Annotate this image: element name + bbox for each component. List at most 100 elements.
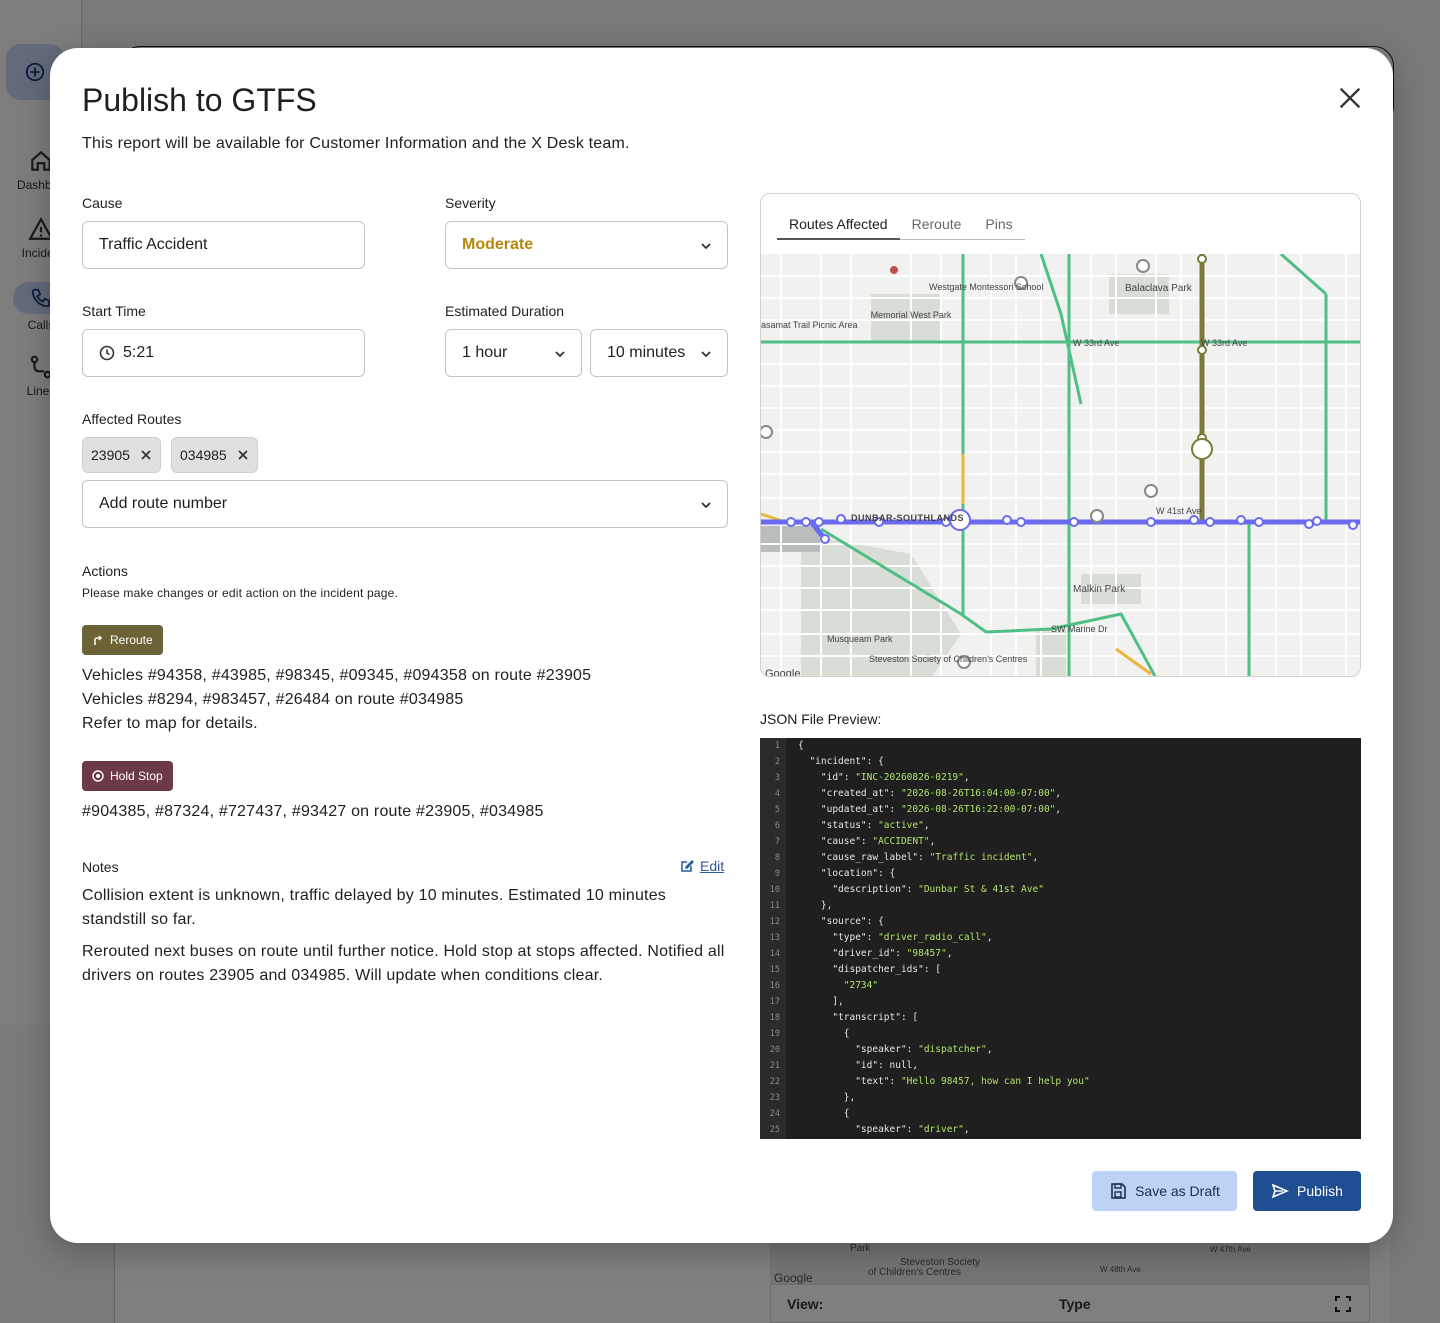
line-number: 6 <box>774 821 780 831</box>
code-text: "cause_raw_label": "Traffic incident", <box>798 852 1039 863</box>
chevron-down-icon <box>701 502 711 509</box>
code-text: }, <box>798 1092 856 1103</box>
duration-hours-select[interactable]: 1 hour <box>445 329 582 377</box>
code-line: 2 "incident": { <box>760 754 1361 770</box>
map-label: Westgate Montessori School <box>929 282 1043 292</box>
code-text: "driver_id": "98457", <box>798 948 953 959</box>
tab-reroute[interactable]: Reroute <box>899 208 974 240</box>
map-label: Malkin Park <box>1073 584 1126 595</box>
hold-stop-button[interactable]: Hold Stop <box>82 761 173 791</box>
code-text: "cause": "ACCIDENT", <box>798 836 936 847</box>
code-line: 10 "description": "Dunbar St & 41st Ave" <box>760 882 1361 898</box>
tab-routes-affected[interactable]: Routes Affected <box>777 208 900 240</box>
code-line: 13 "type": "driver_radio_call", <box>760 930 1361 946</box>
add-route-select[interactable]: Add route number <box>82 480 728 528</box>
cause-value: Traffic Accident <box>99 236 208 253</box>
start-time-field[interactable]: 5:21 <box>82 329 365 377</box>
duration-hours-value: 1 hour <box>462 344 508 361</box>
map-label: asamat Trail Picnic Area <box>761 320 858 330</box>
map-label: Musqueam Park <box>827 634 893 644</box>
target-icon <box>92 770 104 782</box>
route-chip-label: 23905 <box>91 447 130 463</box>
cause-label: Cause <box>82 195 123 211</box>
reroute-line: Refer to map for details. <box>82 715 258 732</box>
code-text: "text": "Hello 98457, how can I help you… <box>798 1076 1090 1087</box>
code-line: 21 "id": null, <box>760 1058 1361 1074</box>
code-text: "type": "driver_radio_call", <box>798 932 993 943</box>
modal-title: Publish to GTFS <box>82 82 317 118</box>
clock-icon <box>99 345 115 361</box>
reroute-line: Vehicles #94358, #43985, #98345, #09345,… <box>82 667 592 684</box>
code-line: 7 "cause": "ACCIDENT", <box>760 834 1361 850</box>
code-text: }, <box>798 900 833 911</box>
edit-notes-link[interactable]: Edit <box>680 858 724 874</box>
line-number: 3 <box>774 773 780 783</box>
code-line: 23 }, <box>760 1090 1361 1106</box>
code-line: 14 "driver_id": "98457", <box>760 946 1361 962</box>
line-number: 19 <box>769 1029 780 1039</box>
map-label: W 33rd Ave <box>1201 338 1247 348</box>
line-number: 14 <box>769 949 780 959</box>
line-number: 12 <box>769 917 780 927</box>
modal-subtitle: This report will be available for Custom… <box>82 135 630 152</box>
hold-stop-button-label: Hold Stop <box>110 769 163 783</box>
tab-pins[interactable]: Pins <box>973 208 1025 240</box>
code-text: "speaker": "dispatcher", <box>798 1044 993 1055</box>
actions-label: Actions <box>82 563 128 579</box>
publish-button[interactable]: Publish <box>1253 1171 1361 1211</box>
code-line: 16 "2734" <box>760 978 1361 994</box>
code-line: 9 "location": { <box>760 866 1361 882</box>
start-time-label: Start Time <box>82 303 146 319</box>
code-text: "dispatcher_ids": [ <box>798 964 941 975</box>
chevron-down-icon <box>555 351 565 358</box>
reroute-button[interactable]: Reroute <box>82 625 163 655</box>
code-line: 25 "speaker": "driver", <box>760 1122 1361 1138</box>
line-number: 21 <box>769 1061 780 1071</box>
duration-label: Estimated Duration <box>445 303 565 319</box>
severity-select[interactable]: Moderate <box>445 221 728 269</box>
line-number: 18 <box>769 1013 780 1023</box>
code-text: "incident": { <box>798 756 884 767</box>
save-icon <box>1111 1183 1126 1199</box>
map-label: Memorial West Park <box>871 310 952 320</box>
line-number: 8 <box>774 853 780 863</box>
close-icon[interactable] <box>140 449 152 461</box>
json-preview-label: JSON File Preview: <box>760 711 882 727</box>
code-line: 4 "created_at": "2026-08-26T16:04:00-07:… <box>760 786 1361 802</box>
route-chip: 034985 <box>171 437 258 473</box>
reroute-button-label: Reroute <box>110 633 153 647</box>
code-text: "speaker": "driver", <box>798 1124 970 1135</box>
duration-minutes-select[interactable]: 10 minutes <box>590 329 728 377</box>
json-preview[interactable]: 1{2 "incident": {3 "id": "INC-20260826-0… <box>760 738 1361 1139</box>
code-line: 20 "speaker": "dispatcher", <box>760 1042 1361 1058</box>
code-line: 3 "id": "INC-20260826-0219", <box>760 770 1361 786</box>
map-label: Steveston Society of Children's Centres <box>869 654 1028 664</box>
publish-modal: Publish to GTFS This report will be avai… <box>50 48 1393 1243</box>
line-number: 15 <box>769 965 780 975</box>
line-number: 22 <box>769 1077 780 1087</box>
map-label: Balaclava Park <box>1125 283 1193 294</box>
map-label: W 41st Ave <box>1156 506 1201 516</box>
line-number: 1 <box>774 741 780 751</box>
line-number: 9 <box>774 869 780 879</box>
code-line: 18 "transcript": [ <box>760 1010 1361 1026</box>
google-logo: Google <box>765 668 800 677</box>
code-text: "updated_at": "2026-08-26T16:22:00-07:00… <box>798 804 1062 815</box>
close-icon[interactable] <box>237 449 249 461</box>
line-number: 2 <box>774 757 780 767</box>
code-text: "id": null, <box>798 1060 919 1071</box>
code-line: 6 "status": "active", <box>760 818 1361 834</box>
cause-field[interactable]: Traffic Accident <box>82 221 365 269</box>
routes-map[interactable]: DUNBAR-SOUTHLANDS Balaclava Park Memoria… <box>761 254 1361 677</box>
code-line: 22 "text": "Hello 98457, how can I help … <box>760 1074 1361 1090</box>
severity-label: Severity <box>445 195 496 211</box>
add-route-placeholder: Add route number <box>99 495 228 512</box>
reroute-icon <box>94 635 103 645</box>
save-draft-button[interactable]: Save as Draft <box>1092 1171 1237 1211</box>
code-line: 12 "source": { <box>760 914 1361 930</box>
line-number: 7 <box>774 837 780 847</box>
line-number: 17 <box>769 997 780 1007</box>
close-icon[interactable] <box>1336 84 1364 112</box>
code-text: "source": { <box>798 916 884 927</box>
code-text: "status": "active", <box>798 820 930 831</box>
